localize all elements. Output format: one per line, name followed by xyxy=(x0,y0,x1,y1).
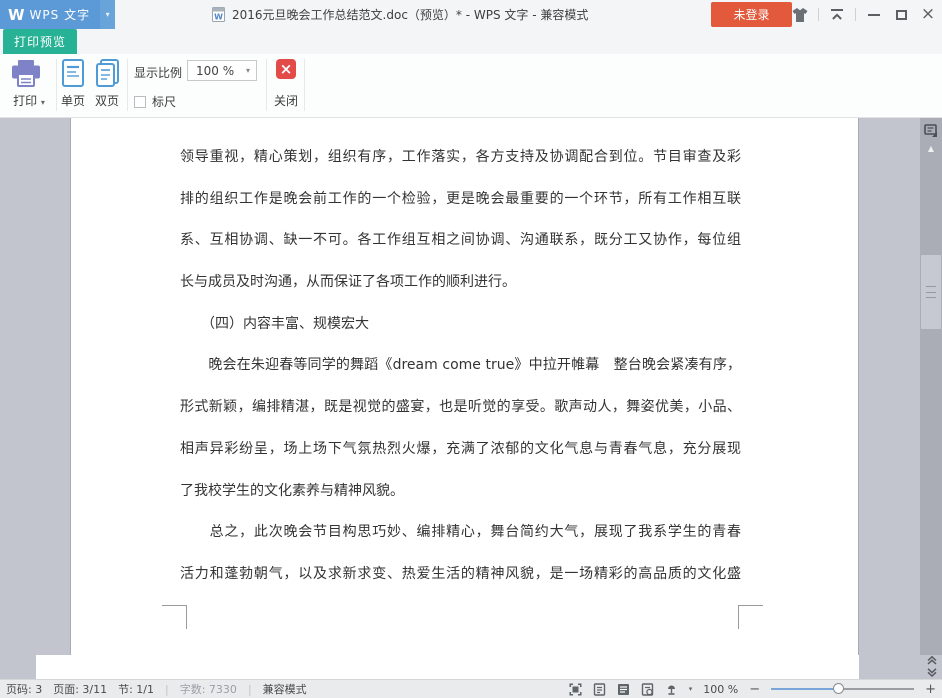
wps-menu-tab[interactable]: W WPS 文字 ▾ xyxy=(0,0,115,29)
section-status: 节: 1/1 xyxy=(118,681,154,697)
word-count-status[interactable]: 字数: 7330 xyxy=(180,681,237,697)
document-tab[interactable]: W 2016元旦晚会工作总结范文.doc（预览）* - WPS 文字 - 兼容模… xyxy=(212,0,588,29)
print-button-label[interactable]: 打印 ▾ xyxy=(4,92,54,109)
close-preview-label[interactable]: 关闭 xyxy=(271,92,301,109)
caret-down-icon: ▾ xyxy=(246,66,256,75)
document-text-line: 排的组织工作是晚会前工作的一个检验，更是晚会最重要的一个环节，所有工作相互联 xyxy=(180,179,741,221)
document-text-block: 领导重视，精心策划，组织有序，工作落实，各方支持及协调配合到位。节目审查及彩排的… xyxy=(180,137,741,596)
document-text-line: 了我校学生的文化素养与精神风貌。 xyxy=(180,471,741,513)
web-layout-icon[interactable] xyxy=(641,683,654,696)
document-viewport[interactable]: 领导重视，精心策划，组织有序，工作落实，各方支持及协调配合到位。节目审查及彩排的… xyxy=(0,118,942,655)
zoom-slider-handle[interactable] xyxy=(833,683,844,694)
vertical-scrollbar[interactable]: ▲ xyxy=(920,118,942,655)
document-text-line: 晚会在朱迎春等同学的舞蹈《dream come true》中拉开帷幕 整台晚会紧… xyxy=(180,345,741,387)
print-button[interactable] xyxy=(10,59,42,93)
document-text-line: 长与成员及时沟通，从而保证了各项工作的顺利进行。 xyxy=(180,262,741,304)
page-number-status: 页码: 3 xyxy=(6,681,42,697)
printer-icon xyxy=(10,59,42,89)
document-text-line: （四）内容丰富、规模宏大 xyxy=(180,304,741,346)
horizontal-scrollbar[interactable] xyxy=(0,655,942,679)
svg-text:W: W xyxy=(214,13,223,22)
document-text-line: 总之，此次晚会节目构思巧妙、编排精心，舞台简约大气，展现了我系学生的青春 xyxy=(180,512,741,554)
zoom-ratio-value: 100 % xyxy=(188,64,246,78)
single-page-label[interactable]: 单页 xyxy=(57,92,89,109)
titlebar-separator xyxy=(855,8,856,21)
caret-down-icon[interactable]: ▾ xyxy=(689,685,693,693)
next-page-button[interactable] xyxy=(925,667,939,678)
statusbar-separator: | xyxy=(165,683,169,696)
wps-menu-caret-icon[interactable]: ▾ xyxy=(100,0,115,29)
ruler-toggle[interactable]: 标尺 xyxy=(134,93,176,110)
document-text-line: 系、互相协调、缺一不可。各工作组互相之间协调、沟通联系，既分工又协作，每位组 xyxy=(180,220,741,262)
wps-menu-tab-main[interactable]: W WPS 文字 xyxy=(0,0,100,29)
scrollbar-corner xyxy=(859,655,942,679)
caret-down-icon: ▾ xyxy=(41,98,45,107)
toolbar-separator xyxy=(266,59,267,111)
single-page-icon xyxy=(61,58,85,88)
zoom-in-button[interactable]: + xyxy=(925,683,936,696)
maximize-icon[interactable] xyxy=(892,6,910,24)
margin-corner-mark-left xyxy=(162,605,187,629)
double-page-button[interactable] xyxy=(94,58,120,92)
titlebar-separator xyxy=(818,8,819,21)
margin-corner-mark-right xyxy=(738,605,763,629)
zoom-slider[interactable] xyxy=(771,683,914,695)
toolbar-separator xyxy=(304,59,305,111)
toolbar-separator xyxy=(127,59,128,111)
single-page-button[interactable] xyxy=(61,58,85,92)
document-page[interactable]: 领导重视，精心策划，组织有序，工作落实，各方支持及协调配合到位。节目审查及彩排的… xyxy=(70,118,859,655)
word-document-icon: W xyxy=(212,7,225,22)
vertical-scrollbar-thumb[interactable] xyxy=(921,255,941,329)
zoom-ratio-select[interactable]: 100 % ▾ xyxy=(187,60,257,81)
statusbar-zoom-value: 100 % xyxy=(703,683,738,696)
login-button[interactable]: 未登录 xyxy=(711,2,792,27)
outline-view-icon[interactable] xyxy=(617,683,630,696)
tab-print-preview[interactable]: 打印预览 xyxy=(3,29,77,54)
page-view-icon[interactable] xyxy=(593,683,606,696)
eye-protection-icon[interactable] xyxy=(665,683,678,696)
page-position-status: 页面: 3/11 xyxy=(53,681,107,697)
ruler-label: 标尺 xyxy=(152,93,176,110)
titlebar: W WPS 文字 ▾ W 2016元旦晚会工作总结范文.doc（预览）* - W… xyxy=(0,0,942,29)
zoom-out-button[interactable]: − xyxy=(749,683,760,696)
statusbar-left: 页码: 3 页面: 3/11 节: 1/1 | 字数: 7330 | 兼容模式 xyxy=(6,680,307,698)
close-preview-button[interactable]: × xyxy=(276,59,296,79)
close-window-icon[interactable]: × xyxy=(919,6,937,24)
ribbon-tab-row: 打印预览 xyxy=(0,29,942,54)
scroll-up-arrow-icon[interactable]: ▲ xyxy=(920,144,942,153)
document-text-line: 形式新颖，编排精湛，既是视觉的盛宴，也是听觉的享受。歌声动人，舞姿优美，小品、 xyxy=(180,387,741,429)
double-page-label[interactable]: 双页 xyxy=(91,92,123,109)
document-text-line: 相声异彩纷呈，场上场下气氛热烈火爆，充满了浓郁的文化气息与青春气息，充分展现 xyxy=(180,429,741,471)
collapse-ribbon-icon[interactable] xyxy=(828,6,846,24)
zoom-slider-track xyxy=(839,688,914,690)
statusbar: 页码: 3 页面: 3/11 节: 1/1 | 字数: 7330 | 兼容模式 xyxy=(0,679,942,698)
wps-print-preview-window: W WPS 文字 ▾ W 2016元旦晚会工作总结范文.doc（预览）* - W… xyxy=(0,0,942,698)
previous-page-button[interactable] xyxy=(925,655,939,666)
compatibility-mode-status: 兼容模式 xyxy=(263,681,307,697)
document-text-line: 领导重视，精心策划，组织有序，工作落实，各方支持及协调配合到位。节目审查及彩 xyxy=(180,137,741,179)
fullscreen-icon[interactable] xyxy=(569,683,582,696)
horizontal-scrollbar-thumb[interactable] xyxy=(0,655,36,679)
double-page-icon xyxy=(94,58,120,88)
wps-menu-tab-label: WPS 文字 xyxy=(30,6,91,23)
zoom-slider-track-filled xyxy=(771,688,839,690)
document-text-line: 活力和蓬勃朝气，以及求新求变、热爱生活的精神风貌，是一场精彩的高品质的文化盛 xyxy=(180,554,741,596)
wps-logo-icon: W xyxy=(8,6,25,24)
print-preview-toolbar: 打印 ▾ 单页 双页 显示比例 100 % ▾ xyxy=(0,54,942,118)
close-x-icon: × xyxy=(280,60,293,78)
statusbar-separator: | xyxy=(248,683,252,696)
side-toolbar-icon[interactable] xyxy=(924,123,938,142)
statusbar-right: ▾ 100 % − + xyxy=(569,680,936,698)
skin-icon[interactable] xyxy=(791,6,809,24)
window-controls: × xyxy=(791,0,937,29)
ruler-checkbox[interactable] xyxy=(134,96,146,108)
scrollbar-grip xyxy=(926,286,936,298)
minimize-icon[interactable] xyxy=(865,6,883,24)
zoom-ratio-label: 显示比例 xyxy=(134,64,186,81)
document-title: 2016元旦晚会工作总结范文.doc（预览）* - WPS 文字 - 兼容模式 xyxy=(232,6,588,23)
